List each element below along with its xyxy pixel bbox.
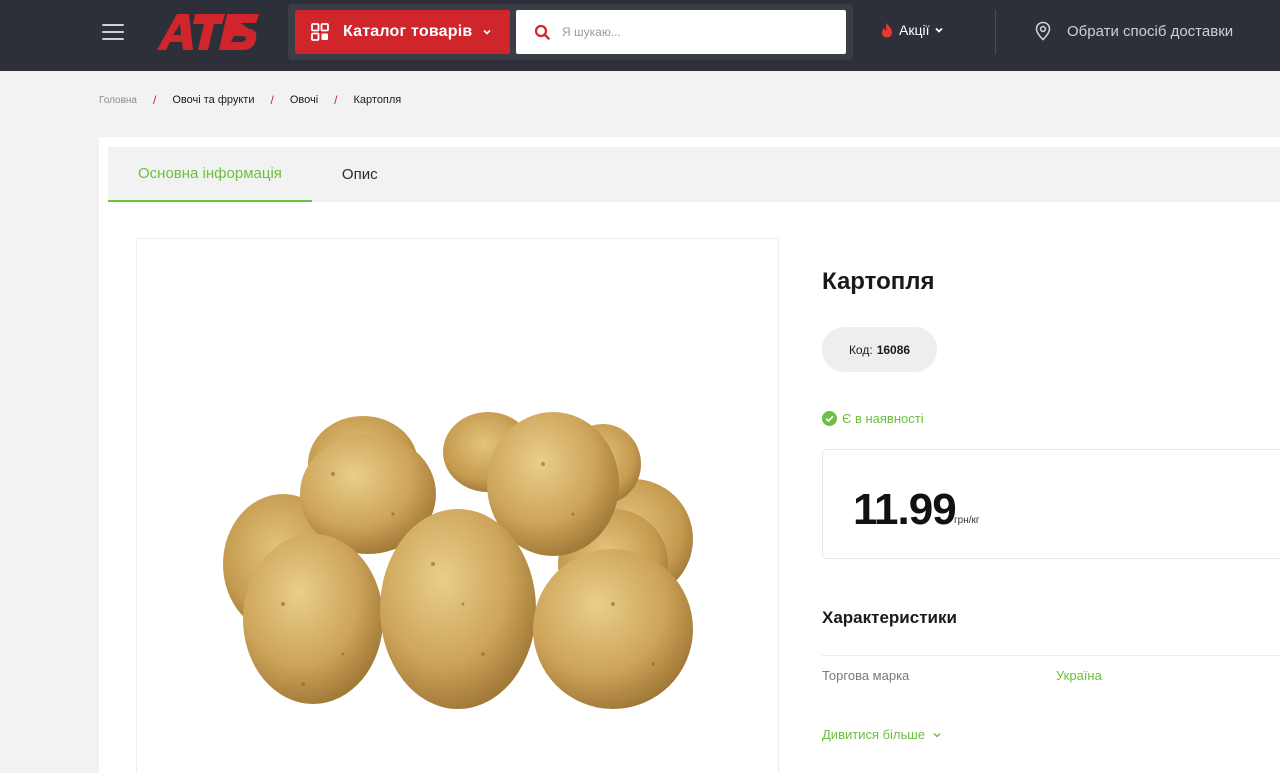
- chevron-down-icon: [933, 732, 941, 738]
- product-code-label: Код:: [848, 342, 873, 357]
- promo-menu[interactable]: Акції: [880, 22, 944, 38]
- product-image[interactable]: [223, 404, 693, 714]
- delivery-selector[interactable]: Обрати спосіб доставки: [1034, 21, 1233, 41]
- promo-label: Акції: [899, 22, 930, 38]
- product-price: 11.99: [853, 485, 957, 534]
- see-more-button[interactable]: Дивитися більше: [822, 727, 942, 742]
- breadcrumb-separator: /: [270, 93, 274, 107]
- price-box: 11.99 грн/кг: [822, 449, 1280, 559]
- breadcrumb-separator: /: [153, 93, 157, 107]
- search-icon[interactable]: [534, 24, 550, 40]
- product-image-frame: [136, 238, 779, 773]
- see-more-label: Дивитися більше: [822, 727, 925, 742]
- product-title: Картопля: [822, 268, 935, 295]
- search-field[interactable]: [516, 10, 846, 54]
- chevron-down-icon: [483, 29, 491, 35]
- stock-label: Є в наявності: [842, 411, 924, 426]
- breadcrumb-vegetables[interactable]: Овочі: [290, 94, 318, 106]
- product-code-value: 16086: [876, 342, 911, 357]
- characteristics-title: Характеристики: [822, 608, 957, 627]
- tab-description[interactable]: Опис: [312, 147, 408, 202]
- characteristic-key: Торгова марка: [822, 668, 910, 683]
- breadcrumb: Головна / Овочі та фрукти / Овочі / Карт…: [99, 93, 401, 107]
- fire-icon: [882, 23, 892, 38]
- catalog-button[interactable]: Каталог товарів: [295, 10, 510, 54]
- catalog-label: Каталог товарів: [343, 23, 473, 40]
- breadcrumb-home[interactable]: Головна: [99, 95, 137, 106]
- grid-icon: [311, 23, 329, 41]
- chevron-down-icon: [935, 27, 944, 33]
- product-tabs: Основна інформація Опис: [108, 147, 1280, 202]
- search-input[interactable]: [562, 25, 822, 39]
- product-code-badge: Код: 16086: [822, 327, 937, 372]
- breadcrumb-fruits-vegetables[interactable]: Овочі та фрукти: [172, 94, 254, 106]
- check-circle-icon: [822, 411, 837, 426]
- tab-main-info[interactable]: Основна інформація: [108, 147, 312, 202]
- header-divider: [995, 10, 996, 54]
- breadcrumb-separator: /: [334, 93, 338, 107]
- top-header: Каталог товарів Акції Обрати спосіб дост…: [0, 0, 1280, 71]
- atb-logo[interactable]: [155, 12, 261, 52]
- characteristics-divider: [822, 655, 1280, 656]
- menu-icon[interactable]: [102, 24, 124, 40]
- location-pin-icon: [1035, 21, 1051, 41]
- breadcrumb-current: Картопля: [353, 94, 402, 106]
- characteristic-value-link[interactable]: Україна: [1056, 668, 1102, 683]
- stock-status: Є в наявності: [822, 411, 924, 426]
- delivery-label: Обрати спосіб доставки: [1067, 22, 1234, 40]
- price-unit: грн/кг: [954, 515, 980, 526]
